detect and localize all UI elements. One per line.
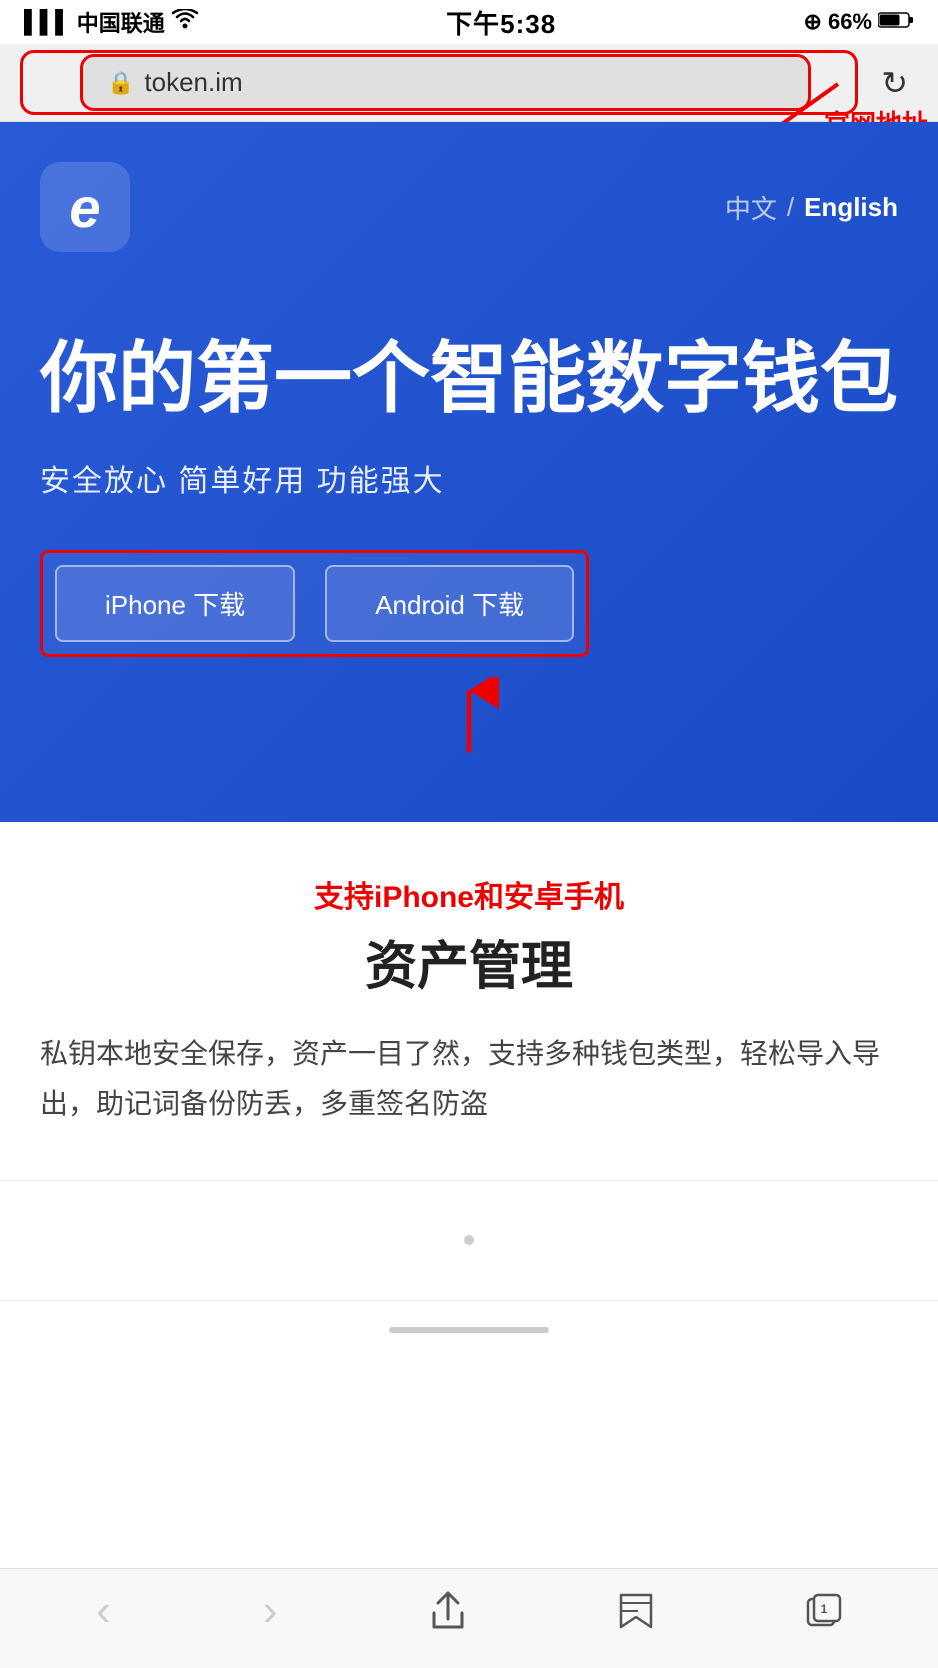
hero-nav: e 中文 / English [40,162,898,252]
svg-text:1: 1 [821,1602,828,1616]
support-annotation: 支持iPhone和安卓手机 [40,872,898,916]
back-button[interactable]: ‹ [76,1586,131,1636]
lang-divider: / [787,192,794,223]
bookmarks-button[interactable] [598,1591,674,1631]
carrier-name: 中国联通 [77,6,165,38]
home-indicator-area [0,1300,938,1360]
signal-bars: ▌▌▌ [24,9,71,35]
battery-icon [878,9,914,35]
status-right: ⊕ 66% [804,9,914,35]
up-arrow-annotation [40,677,898,757]
download-buttons-group: iPhone 下载 Android 下载 [40,550,589,657]
forward-button[interactable]: › [243,1586,298,1636]
hero-title: 你的第一个智能数字钱包 [40,332,898,426]
screen-lock-icon: ⊕ [804,9,822,35]
hero-subtitle: 安全放心 简单好用 功能强大 [40,456,898,500]
status-time: 下午5:38 [446,4,556,41]
scroll-preview [0,1180,938,1300]
battery-percent: 66% [828,9,872,35]
home-indicator [389,1327,549,1333]
iphone-download-button[interactable]: iPhone 下载 [55,565,295,642]
android-download-button[interactable]: Android 下载 [325,565,574,642]
logo: e [40,162,130,252]
scroll-dot [464,1235,474,1245]
download-buttons-wrapper: iPhone 下载 Android 下载 [40,550,898,657]
share-button[interactable] [410,1591,486,1631]
logo-char: e [69,175,100,240]
wifi-icon [171,9,199,35]
content-section: 支持iPhone和安卓手机 资产管理 私钥本地安全保存，资产一目了然，支持多种钱… [0,822,938,1180]
browser-bar: 🔒 token.im ↻ 官网地址 [0,44,938,122]
lang-switcher[interactable]: 中文 / English [725,189,898,226]
hero-section: e 中文 / English 你的第一个智能数字钱包 安全放心 简单好用 功能强… [0,122,938,822]
section-title: 资产管理 [40,924,898,999]
status-left: ▌▌▌ 中国联通 [24,6,199,38]
url-text: token.im [144,67,242,98]
browser-toolbar: ‹ › 1 [0,1568,938,1668]
up-arrow-svg [439,677,499,757]
lang-cn-btn[interactable]: 中文 [725,189,777,226]
section-desc: 私钥本地安全保存，资产一目了然，支持多种钱包类型，轻松导入导出，助记词备份防丢，… [40,1029,898,1130]
lock-icon: 🔒 [107,70,134,96]
lang-en-btn[interactable]: English [804,192,898,223]
tabs-button[interactable]: 1 [786,1593,862,1629]
status-bar: ▌▌▌ 中国联通 下午5:38 ⊕ 66% [0,0,938,44]
reload-button[interactable]: ↻ [871,64,918,102]
url-bar[interactable]: 🔒 token.im [80,54,811,111]
